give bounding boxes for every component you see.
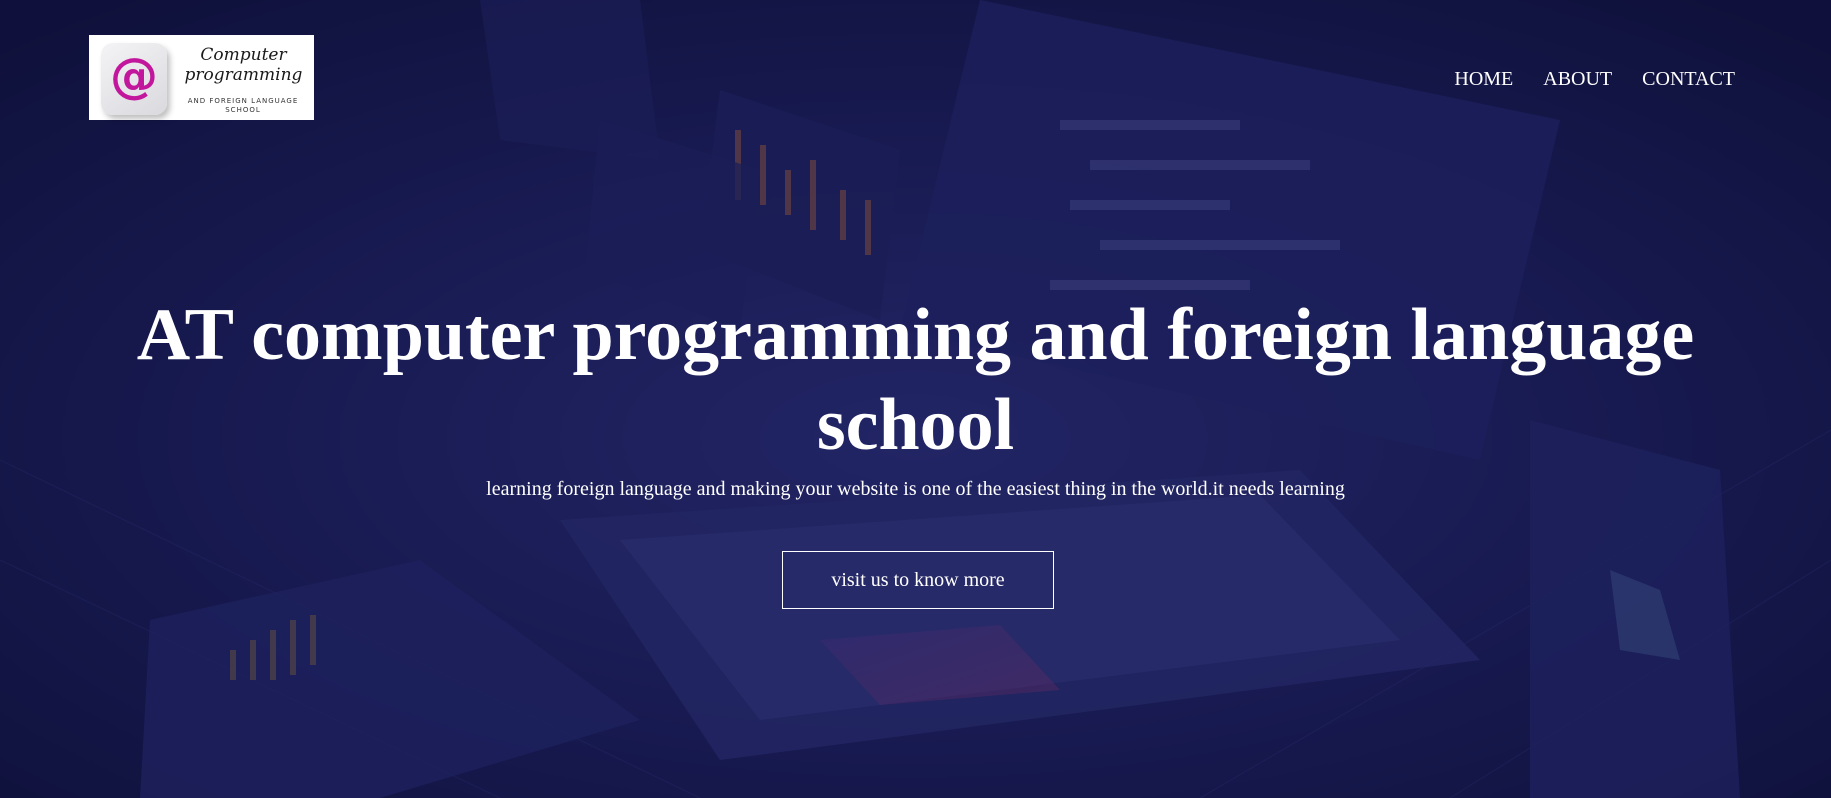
logo-badge: @ [101,43,167,115]
logo-subtitle-line2: SCHOOL [225,106,261,114]
at-symbol-icon: @ [110,48,158,104]
hero-title-line2: school [816,384,1015,466]
hero-subtitle: learning foreign language and making you… [486,478,1345,500]
nav-home-link[interactable]: HOME [1454,68,1513,91]
hero-section: @ Computer programming AND FOREIGN LANGU… [0,0,1831,798]
logo-title-line2: programming [184,65,303,85]
hero-title-line1: AT computer programming and foreign lang… [136,294,1695,376]
logo-subtitle-line1: AND FOREIGN LANGUAGE [187,97,299,105]
logo-subtitle: AND FOREIGN LANGUAGE SCHOOL [175,97,311,115]
main-nav: HOME ABOUT CONTACT [1454,68,1735,91]
visit-us-button[interactable]: visit us to know more [782,551,1054,609]
nav-about-link[interactable]: ABOUT [1543,68,1612,91]
logo-title-line1: Computer [200,45,287,65]
nav-contact-link[interactable]: CONTACT [1642,68,1735,91]
hero-title: AT computer programming and foreign lang… [0,290,1831,470]
logo-title: Computer programming [181,45,306,85]
logo[interactable]: @ Computer programming AND FOREIGN LANGU… [89,35,314,120]
